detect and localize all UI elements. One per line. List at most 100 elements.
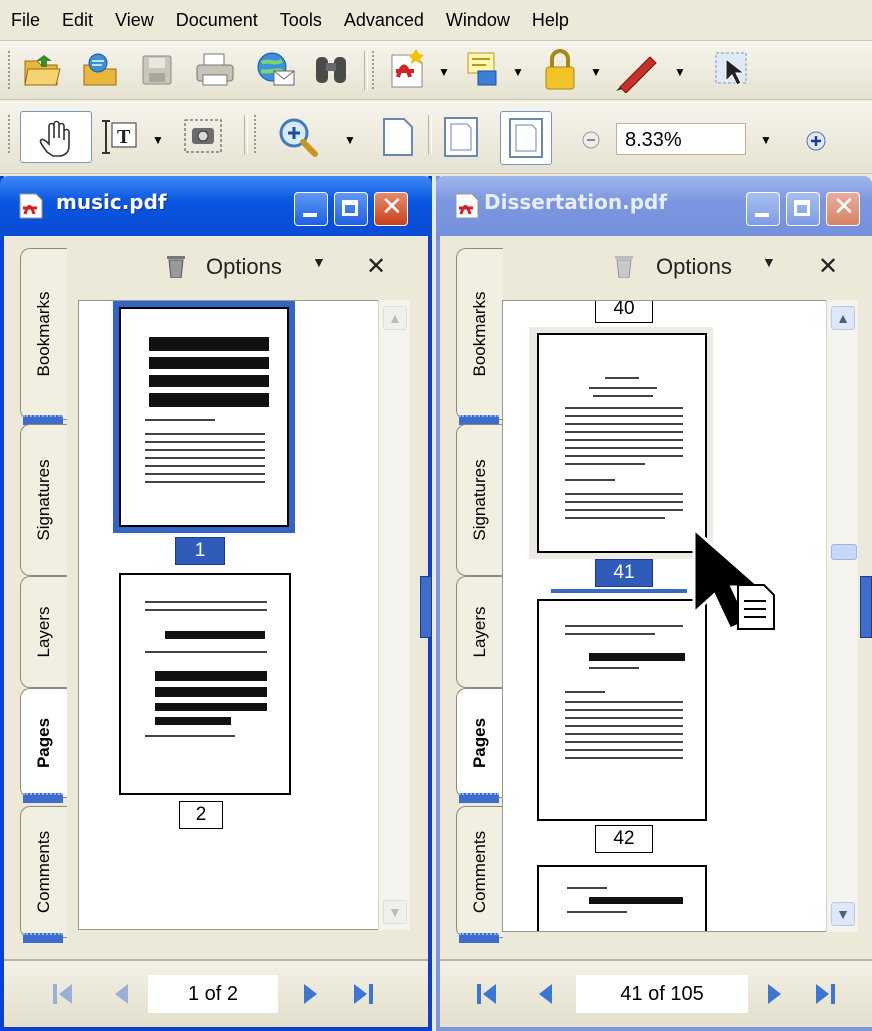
first-page-icon[interactable] xyxy=(474,981,500,1007)
scroll-down-button[interactable]: ▼ xyxy=(831,902,855,926)
fit-width-button[interactable] xyxy=(500,111,552,165)
menu-tools[interactable]: Tools xyxy=(269,10,333,31)
menu-edit[interactable]: Edit xyxy=(51,10,104,31)
next-page-icon[interactable] xyxy=(300,981,322,1007)
scroll-thumb[interactable] xyxy=(831,544,857,560)
comment-icon[interactable] xyxy=(464,49,504,91)
options-menu[interactable]: Options xyxy=(206,254,282,280)
panel-options-bar: Options ▼ ✕ xyxy=(530,252,872,282)
drag-cursor-icon xyxy=(692,525,775,631)
page-thumbnails[interactable]: 1 2 xyxy=(78,300,390,930)
page-number-field[interactable]: 1 of 2 xyxy=(148,975,278,1013)
actual-size-icon[interactable] xyxy=(380,115,416,159)
toolbar-grip[interactable] xyxy=(8,115,14,153)
window-title-bar[interactable]: music.pdf ✕ xyxy=(0,176,432,240)
minimize-button[interactable] xyxy=(294,192,328,226)
menu-bar: File Edit View Document Tools Advanced W… xyxy=(0,0,872,41)
page-thumbnail-2[interactable] xyxy=(119,573,291,795)
delete-trash-icon[interactable] xyxy=(166,254,186,278)
zoom-value-dropdown[interactable]: ▼ xyxy=(760,133,772,147)
email-icon[interactable] xyxy=(254,49,296,91)
page-navigation-bar: 41 of 105 xyxy=(440,959,872,1027)
create-pdf-dropdown[interactable]: ▼ xyxy=(438,65,450,79)
page-thumbnail-1[interactable] xyxy=(119,307,289,527)
first-page-icon[interactable] xyxy=(50,981,76,1007)
zoom-plus-icon[interactable] xyxy=(804,129,828,153)
scroll-up-button[interactable]: ▲ xyxy=(383,306,407,330)
menu-document[interactable]: Document xyxy=(165,10,269,31)
comment-dropdown[interactable]: ▼ xyxy=(512,65,524,79)
menu-help[interactable]: Help xyxy=(521,10,580,31)
menu-view[interactable]: View xyxy=(104,10,165,31)
window-title-bar[interactable]: Dissertation.pdf ✕ xyxy=(436,176,872,240)
dissertation-pdf-window: Dissertation.pdf ✕ Bookmarks Signatures … xyxy=(436,176,872,1031)
tab-bookmarks[interactable]: Bookmarks xyxy=(20,248,67,425)
tab-pages[interactable]: Pages xyxy=(456,688,503,803)
maximize-button[interactable] xyxy=(334,192,368,226)
zoom-out-icon[interactable] xyxy=(580,129,602,151)
options-menu[interactable]: Options xyxy=(656,254,732,280)
tab-layers[interactable]: Layers xyxy=(20,576,67,688)
hand-tool-icon xyxy=(39,120,70,157)
toolbar-grip[interactable] xyxy=(8,51,14,89)
snapshot-icon[interactable] xyxy=(182,117,226,157)
delete-trash-icon[interactable] xyxy=(614,254,634,278)
panel-resize-grip[interactable] xyxy=(420,576,432,638)
next-page-icon[interactable] xyxy=(764,981,786,1007)
menu-file[interactable]: File xyxy=(0,10,51,31)
fit-page-icon[interactable] xyxy=(442,115,480,159)
sign-dropdown[interactable]: ▼ xyxy=(674,65,686,79)
tab-comments[interactable]: Comments xyxy=(20,806,67,943)
tab-layers[interactable]: Layers xyxy=(456,576,503,688)
page-thumbnail-41[interactable] xyxy=(537,333,707,553)
last-page-icon[interactable] xyxy=(350,981,376,1007)
page-number-label: 2 xyxy=(179,801,223,829)
previous-page-icon[interactable] xyxy=(110,981,132,1007)
print-icon[interactable] xyxy=(194,51,236,89)
select-arrow-icon[interactable] xyxy=(712,49,752,89)
minimize-button[interactable] xyxy=(746,192,780,226)
last-page-icon[interactable] xyxy=(812,981,838,1007)
tab-bookmarks[interactable]: Bookmarks xyxy=(456,248,503,425)
close-button[interactable]: ✕ xyxy=(374,192,408,226)
page-thumbnail-42[interactable] xyxy=(537,599,707,821)
tab-pages[interactable]: Pages xyxy=(20,688,67,803)
menu-window[interactable]: Window xyxy=(435,10,521,31)
tab-signatures[interactable]: Signatures xyxy=(20,424,67,576)
scroll-up-button[interactable]: ▲ xyxy=(831,306,855,330)
page-number-field[interactable]: 41 of 105 xyxy=(576,975,748,1013)
close-button[interactable]: ✕ xyxy=(826,192,860,226)
open-folder-icon[interactable] xyxy=(22,51,62,89)
secure-lock-icon[interactable] xyxy=(540,47,580,91)
select-text-icon[interactable]: T xyxy=(100,117,140,157)
close-panel-icon[interactable]: ✕ xyxy=(818,252,838,281)
save-icon[interactable] xyxy=(140,53,176,89)
pdf-file-icon xyxy=(19,193,43,219)
tab-signatures[interactable]: Signatures xyxy=(456,424,503,576)
panel-resize-grip[interactable] xyxy=(860,576,872,638)
search-binoculars-icon[interactable] xyxy=(312,51,352,89)
zoom-dropdown[interactable]: ▼ xyxy=(344,133,356,147)
tab-comments[interactable]: Comments xyxy=(456,806,503,943)
options-caret-icon[interactable]: ▼ xyxy=(762,254,776,270)
page-number-label: 42 xyxy=(595,825,653,853)
create-pdf-icon[interactable] xyxy=(388,47,428,91)
zoom-input[interactable]: 8.33% xyxy=(616,123,746,155)
close-icon: ✕ xyxy=(381,192,403,222)
previous-page-icon[interactable] xyxy=(534,981,556,1007)
music-pdf-window: music.pdf ✕ Bookmarks Signatures Layers … xyxy=(0,176,432,1031)
organizer-icon[interactable] xyxy=(80,51,120,89)
thumbnail-scrollbar[interactable]: ▲ ▼ xyxy=(378,300,410,930)
zoom-in-icon[interactable] xyxy=(276,115,322,161)
options-caret-icon[interactable]: ▼ xyxy=(312,254,326,270)
sign-pen-icon[interactable] xyxy=(612,47,662,93)
maximize-button[interactable] xyxy=(786,192,820,226)
thumbnail-scrollbar[interactable]: ▲ ▼ xyxy=(826,300,858,932)
page-thumbnail-43[interactable] xyxy=(537,865,707,931)
close-panel-icon[interactable]: ✕ xyxy=(366,252,386,281)
select-tool-dropdown[interactable]: ▼ xyxy=(152,133,164,147)
secure-dropdown[interactable]: ▼ xyxy=(590,65,602,79)
scroll-down-button[interactable]: ▼ xyxy=(383,900,407,924)
hand-tool-button[interactable] xyxy=(20,111,92,163)
menu-advanced[interactable]: Advanced xyxy=(333,10,435,31)
